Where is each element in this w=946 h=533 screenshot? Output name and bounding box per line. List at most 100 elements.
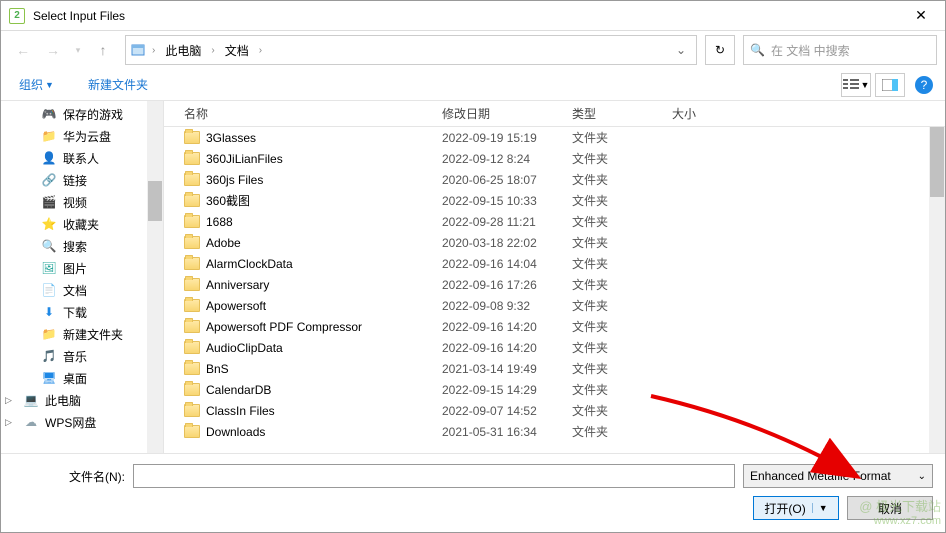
sidebar-item[interactable]: 🖼 图片	[1, 257, 163, 279]
sidebar-item-icon: 📄	[41, 282, 57, 298]
file-row[interactable]: 360js Files2020-06-25 18:07文件夹	[164, 169, 945, 190]
recent-dropdown[interactable]: ▾	[69, 36, 87, 64]
file-row[interactable]: 360截图2022-09-15 10:33文件夹	[164, 190, 945, 211]
file-row[interactable]: 360JiLianFiles2022-09-12 8:24文件夹	[164, 148, 945, 169]
file-row[interactable]: ClassIn Files2022-09-07 14:52文件夹	[164, 400, 945, 421]
file-list: 名称 修改日期 类型 大小 3Glasses2022-09-19 15:19文件…	[164, 101, 945, 453]
up-button[interactable]: ↑	[89, 36, 117, 64]
chevron-down-icon: ⌄	[918, 471, 926, 482]
sidebar-item[interactable]: 🔗链接	[1, 169, 163, 191]
sidebar-item[interactable]: ▷☁WPS网盘	[1, 411, 163, 433]
file-row[interactable]: Apowersoft PDF Compressor2022-09-16 14:2…	[164, 316, 945, 337]
file-name: AlarmClockData	[206, 257, 293, 271]
sidebar-item[interactable]: 🎬视频	[1, 191, 163, 213]
search-icon: 🔍	[750, 43, 765, 57]
sidebar-scrollbar[interactable]	[147, 101, 163, 453]
file-row[interactable]: CalendarDB2022-09-15 14:29文件夹	[164, 379, 945, 400]
filename-row: 文件名(N): Enhanced Metafile Format ⌄	[13, 464, 933, 488]
sidebar-item[interactable]: 🔍搜索	[1, 235, 163, 257]
sidebar-item[interactable]: 📄文档	[1, 279, 163, 301]
file-row[interactable]: 16882022-09-28 11:21文件夹	[164, 211, 945, 232]
col-header-size[interactable]: 大小	[664, 105, 744, 122]
col-header-name[interactable]: 名称	[164, 105, 434, 122]
organize-menu[interactable]: 组织 ▼	[13, 72, 60, 97]
up-arrow-icon: ↑	[100, 42, 107, 58]
close-button[interactable]: ✕	[899, 2, 943, 30]
filelist-scrollbar[interactable]	[929, 127, 945, 453]
filetype-select[interactable]: Enhanced Metafile Format ⌄	[743, 464, 933, 488]
sidebar-item[interactable]: 👤联系人	[1, 147, 163, 169]
file-name: Apowersoft	[206, 299, 266, 313]
folder-icon	[184, 236, 200, 249]
open-button[interactable]: 打开(O) ▼	[753, 496, 839, 520]
chevron-down-icon: ▾	[76, 45, 81, 56]
file-name: 360截图	[206, 192, 250, 209]
sidebar-item[interactable]: 📁新建文件夹	[1, 323, 163, 345]
sidebar-item[interactable]: 🎵 音乐	[1, 345, 163, 367]
help-icon: ?	[921, 78, 928, 92]
file-row[interactable]: Anniversary2022-09-16 17:26文件夹	[164, 274, 945, 295]
file-date: 2022-09-12 8:24	[434, 152, 564, 166]
file-row[interactable]: AudioClipData2022-09-16 14:20文件夹	[164, 337, 945, 358]
sidebar-item[interactable]: ⬇下载	[1, 301, 163, 323]
open-label: 打开(O)	[764, 500, 805, 517]
breadcrumb[interactable]: › 此电脑 › 文档 › ⌄	[125, 35, 697, 65]
sidebar-item-label: 图片	[63, 260, 87, 277]
breadcrumb-folder[interactable]: 文档	[221, 40, 253, 61]
back-button[interactable]: ←	[9, 36, 37, 64]
sidebar-item[interactable]: 🖥桌面	[1, 367, 163, 389]
forward-arrow-icon: →	[46, 42, 60, 58]
file-row[interactable]: AlarmClockData2022-09-16 14:04文件夹	[164, 253, 945, 274]
sidebar-item-icon: 🖼	[41, 260, 57, 276]
file-list-header: 名称 修改日期 类型 大小	[164, 101, 945, 127]
file-type: 文件夹	[564, 423, 664, 440]
app-icon: 2	[9, 8, 25, 24]
preview-pane-icon	[882, 79, 898, 91]
scrollbar-thumb[interactable]	[930, 127, 944, 197]
file-date: 2022-09-16 14:20	[434, 320, 564, 334]
help-button[interactable]: ?	[915, 76, 933, 94]
tree-toggle-icon[interactable]: ▷	[5, 395, 17, 406]
folder-icon	[184, 257, 200, 270]
sidebar-item-label: WPS网盘	[45, 414, 96, 431]
file-type: 文件夹	[564, 297, 664, 314]
file-date: 2022-09-08 9:32	[434, 299, 564, 313]
file-row[interactable]: Downloads2021-05-31 16:34文件夹	[164, 421, 945, 442]
scrollbar-thumb[interactable]	[148, 181, 162, 221]
preview-pane-button[interactable]	[875, 73, 905, 97]
sidebar-item-icon: 📁	[41, 128, 57, 144]
sidebar-item[interactable]: 📁华为云盘	[1, 125, 163, 147]
sidebar-item-icon: 🎵	[41, 348, 57, 364]
search-input[interactable]: 🔍 在 文档 中搜索	[743, 35, 937, 65]
file-name: Downloads	[206, 425, 265, 439]
file-type: 文件夹	[564, 360, 664, 377]
sidebar-item[interactable]: 🎮保存的游戏	[1, 103, 163, 125]
folder-icon	[184, 173, 200, 186]
breadcrumb-root[interactable]: 此电脑	[161, 40, 205, 61]
file-row[interactable]: BnS2021-03-14 19:49文件夹	[164, 358, 945, 379]
file-row[interactable]: Adobe2020-03-18 22:02文件夹	[164, 232, 945, 253]
sidebar-item-label: 收藏夹	[63, 216, 99, 233]
sidebar-item[interactable]: ▷💻此电脑	[1, 389, 163, 411]
sidebar-item-icon: 👤	[41, 150, 57, 166]
col-header-type[interactable]: 类型	[564, 105, 664, 122]
cancel-button[interactable]: 取消	[847, 496, 933, 520]
new-folder-button[interactable]: 新建文件夹	[82, 72, 154, 97]
file-date: 2022-09-16 14:04	[434, 257, 564, 271]
file-type: 文件夹	[564, 381, 664, 398]
refresh-button[interactable]: ↻	[705, 35, 735, 65]
col-header-date[interactable]: 修改日期	[434, 105, 564, 122]
file-row[interactable]: Apowersoft 2022-09-08 9:32文件夹	[164, 295, 945, 316]
file-date: 2021-03-14 19:49	[434, 362, 564, 376]
sidebar-item[interactable]: ⭐收藏夹	[1, 213, 163, 235]
sidebar-item-label: 音乐	[63, 348, 87, 365]
breadcrumb-dropdown[interactable]: ⌄	[670, 43, 692, 57]
main-area: 🎮保存的游戏📁华为云盘👤联系人🔗链接🎬视频⭐收藏夹🔍搜索 🖼 图片 📄文档⬇下载📁新建…	[1, 101, 945, 453]
forward-button[interactable]: →	[39, 36, 67, 64]
file-type: 文件夹	[564, 150, 664, 167]
tree-toggle-icon[interactable]: ▷	[5, 417, 17, 428]
file-name: 1688	[206, 215, 233, 229]
file-row[interactable]: 3Glasses2022-09-19 15:19文件夹	[164, 127, 945, 148]
view-options-button[interactable]: ▼	[841, 73, 871, 97]
filename-input[interactable]	[133, 464, 735, 488]
